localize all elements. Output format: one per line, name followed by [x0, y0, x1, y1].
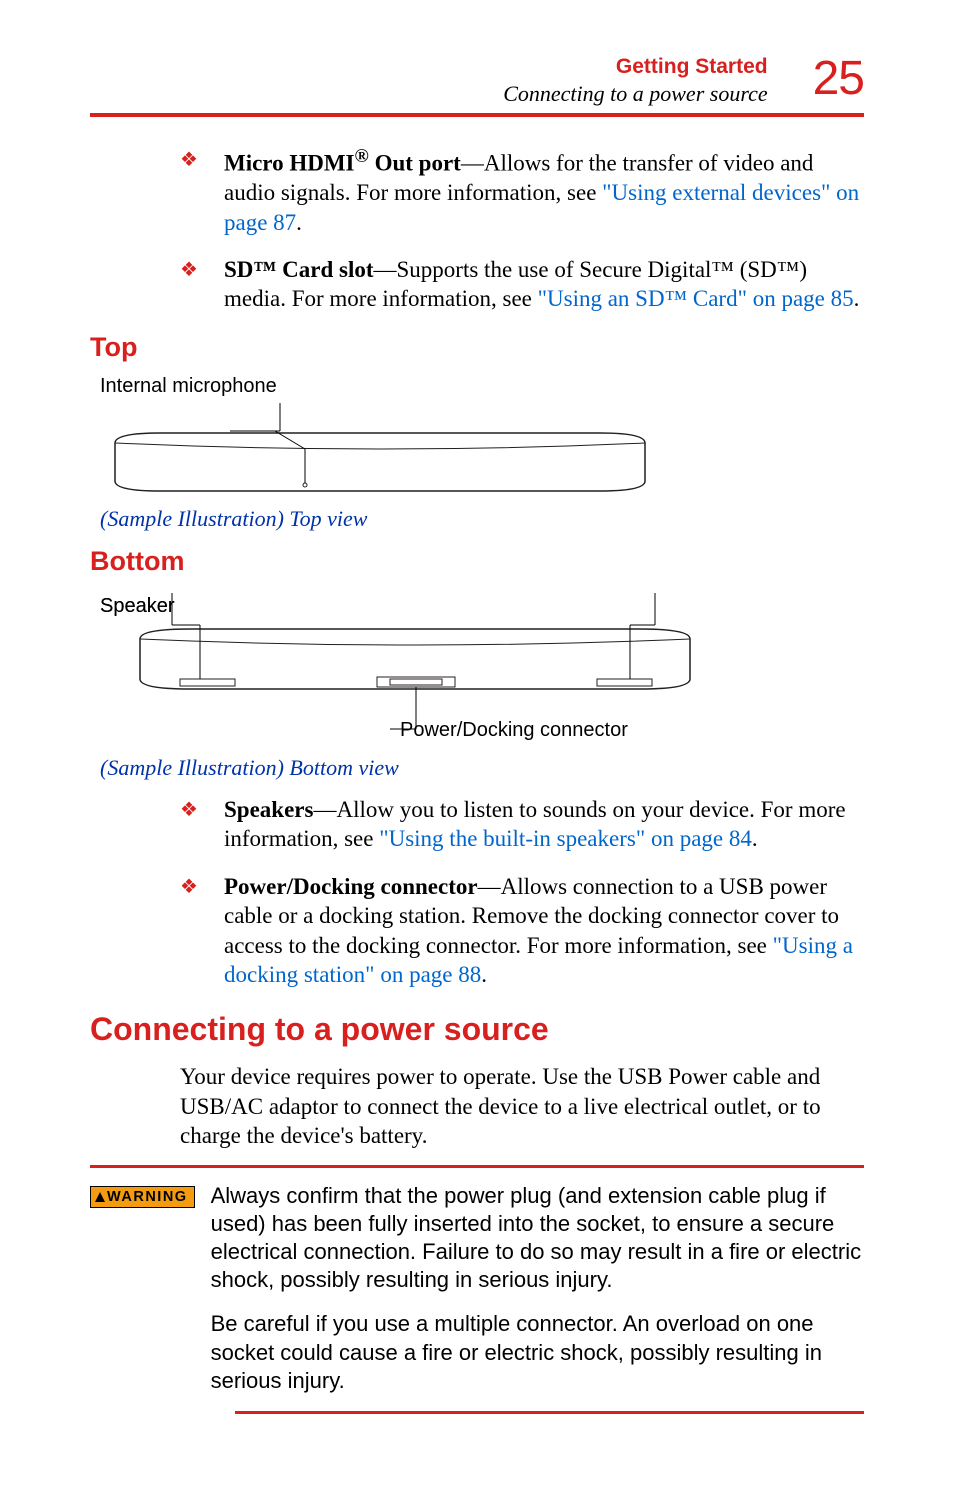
bullet-text: SD™ Card slot—Supports the use of Secure…	[224, 255, 864, 314]
page-number: 25	[813, 55, 864, 103]
bullet-item: ❖ Power/Docking connector—Allows connect…	[180, 872, 864, 990]
warning-rule-top	[90, 1165, 864, 1168]
subheading-top: Top	[90, 332, 864, 363]
warning-label-text: WARNING	[107, 1189, 188, 1205]
header-section: Connecting to a power source	[503, 81, 767, 107]
bullet-icon: ❖	[180, 255, 224, 284]
bullet-tail: .	[481, 962, 487, 987]
warning-block: WARNING Always confirm that the power pl…	[90, 1182, 864, 1411]
warning-paragraph-2: Be careful if you use a multiple connect…	[211, 1310, 864, 1394]
bullet-tail: .	[296, 210, 302, 235]
bullet-item: ❖ Speakers—Allow you to listen to sounds…	[180, 795, 864, 854]
bullet-icon: ❖	[180, 145, 224, 174]
bullet-bold: SD™ Card slot	[224, 257, 374, 282]
warning-badge: WARNING	[90, 1186, 195, 1208]
content-bottom-bullets: ❖ Speakers—Allow you to listen to sounds…	[90, 795, 864, 990]
content-top-bullets: ❖ Micro HDMI® Out port—Allows for the tr…	[90, 145, 864, 314]
bullet-tail: .	[854, 286, 860, 311]
caption-bottom-view: (Sample Illustration) Bottom view	[100, 755, 864, 781]
cross-ref-link[interactable]: "Using an SD™ Card" on page 85	[538, 286, 854, 311]
top-view-svg	[100, 403, 670, 498]
bottom-view-svg	[100, 589, 740, 749]
header-rule	[90, 113, 864, 117]
page-header: Getting Started Connecting to a power so…	[90, 55, 864, 107]
bullet-bold: Speakers	[224, 797, 313, 822]
callout-internal-mic: Internal microphone	[100, 375, 277, 398]
bottom-view-diagram: Speaker Speaker Power/Docking connector …	[90, 589, 864, 781]
cross-ref-link[interactable]: "Using the built-in speakers" on page 84	[379, 826, 752, 851]
power-source-paragraph: Your device requires power to operate. U…	[180, 1062, 864, 1150]
bullet-icon: ❖	[180, 795, 224, 824]
warning-text: Always confirm that the power plug (and …	[211, 1182, 864, 1411]
bullet-tail: .	[752, 826, 758, 851]
bullet-bold: Micro HDMI	[224, 151, 355, 176]
bullet-text: Speakers—Allow you to listen to sounds o…	[224, 795, 864, 854]
reg-mark: ®	[355, 146, 369, 167]
heading-power-source: Connecting to a power source	[90, 1011, 864, 1048]
bullet-bold: Power/Docking connector	[224, 874, 478, 899]
power-source-content: Your device requires power to operate. U…	[90, 1062, 864, 1150]
bullet-bold-cont: Out port	[369, 151, 461, 176]
bullet-text: Micro HDMI® Out port—Allows for the tran…	[224, 145, 864, 237]
subheading-bottom: Bottom	[90, 546, 864, 577]
warning-triangle-icon	[95, 1192, 105, 1202]
warning-rule-bottom	[235, 1411, 864, 1414]
bullet-item: ❖ Micro HDMI® Out port—Allows for the tr…	[180, 145, 864, 237]
bullet-item: ❖ SD™ Card slot—Supports the use of Secu…	[180, 255, 864, 314]
warning-paragraph-1: Always confirm that the power plug (and …	[211, 1182, 864, 1295]
bullet-text: Power/Docking connector—Allows connectio…	[224, 872, 864, 990]
top-view-diagram: Internal microphone (Sample Illustration…	[90, 375, 864, 532]
caption-top-view: (Sample Illustration) Top view	[100, 506, 864, 532]
header-text-block: Getting Started Connecting to a power so…	[503, 55, 767, 107]
bullet-icon: ❖	[180, 872, 224, 901]
header-chapter: Getting Started	[503, 55, 767, 79]
